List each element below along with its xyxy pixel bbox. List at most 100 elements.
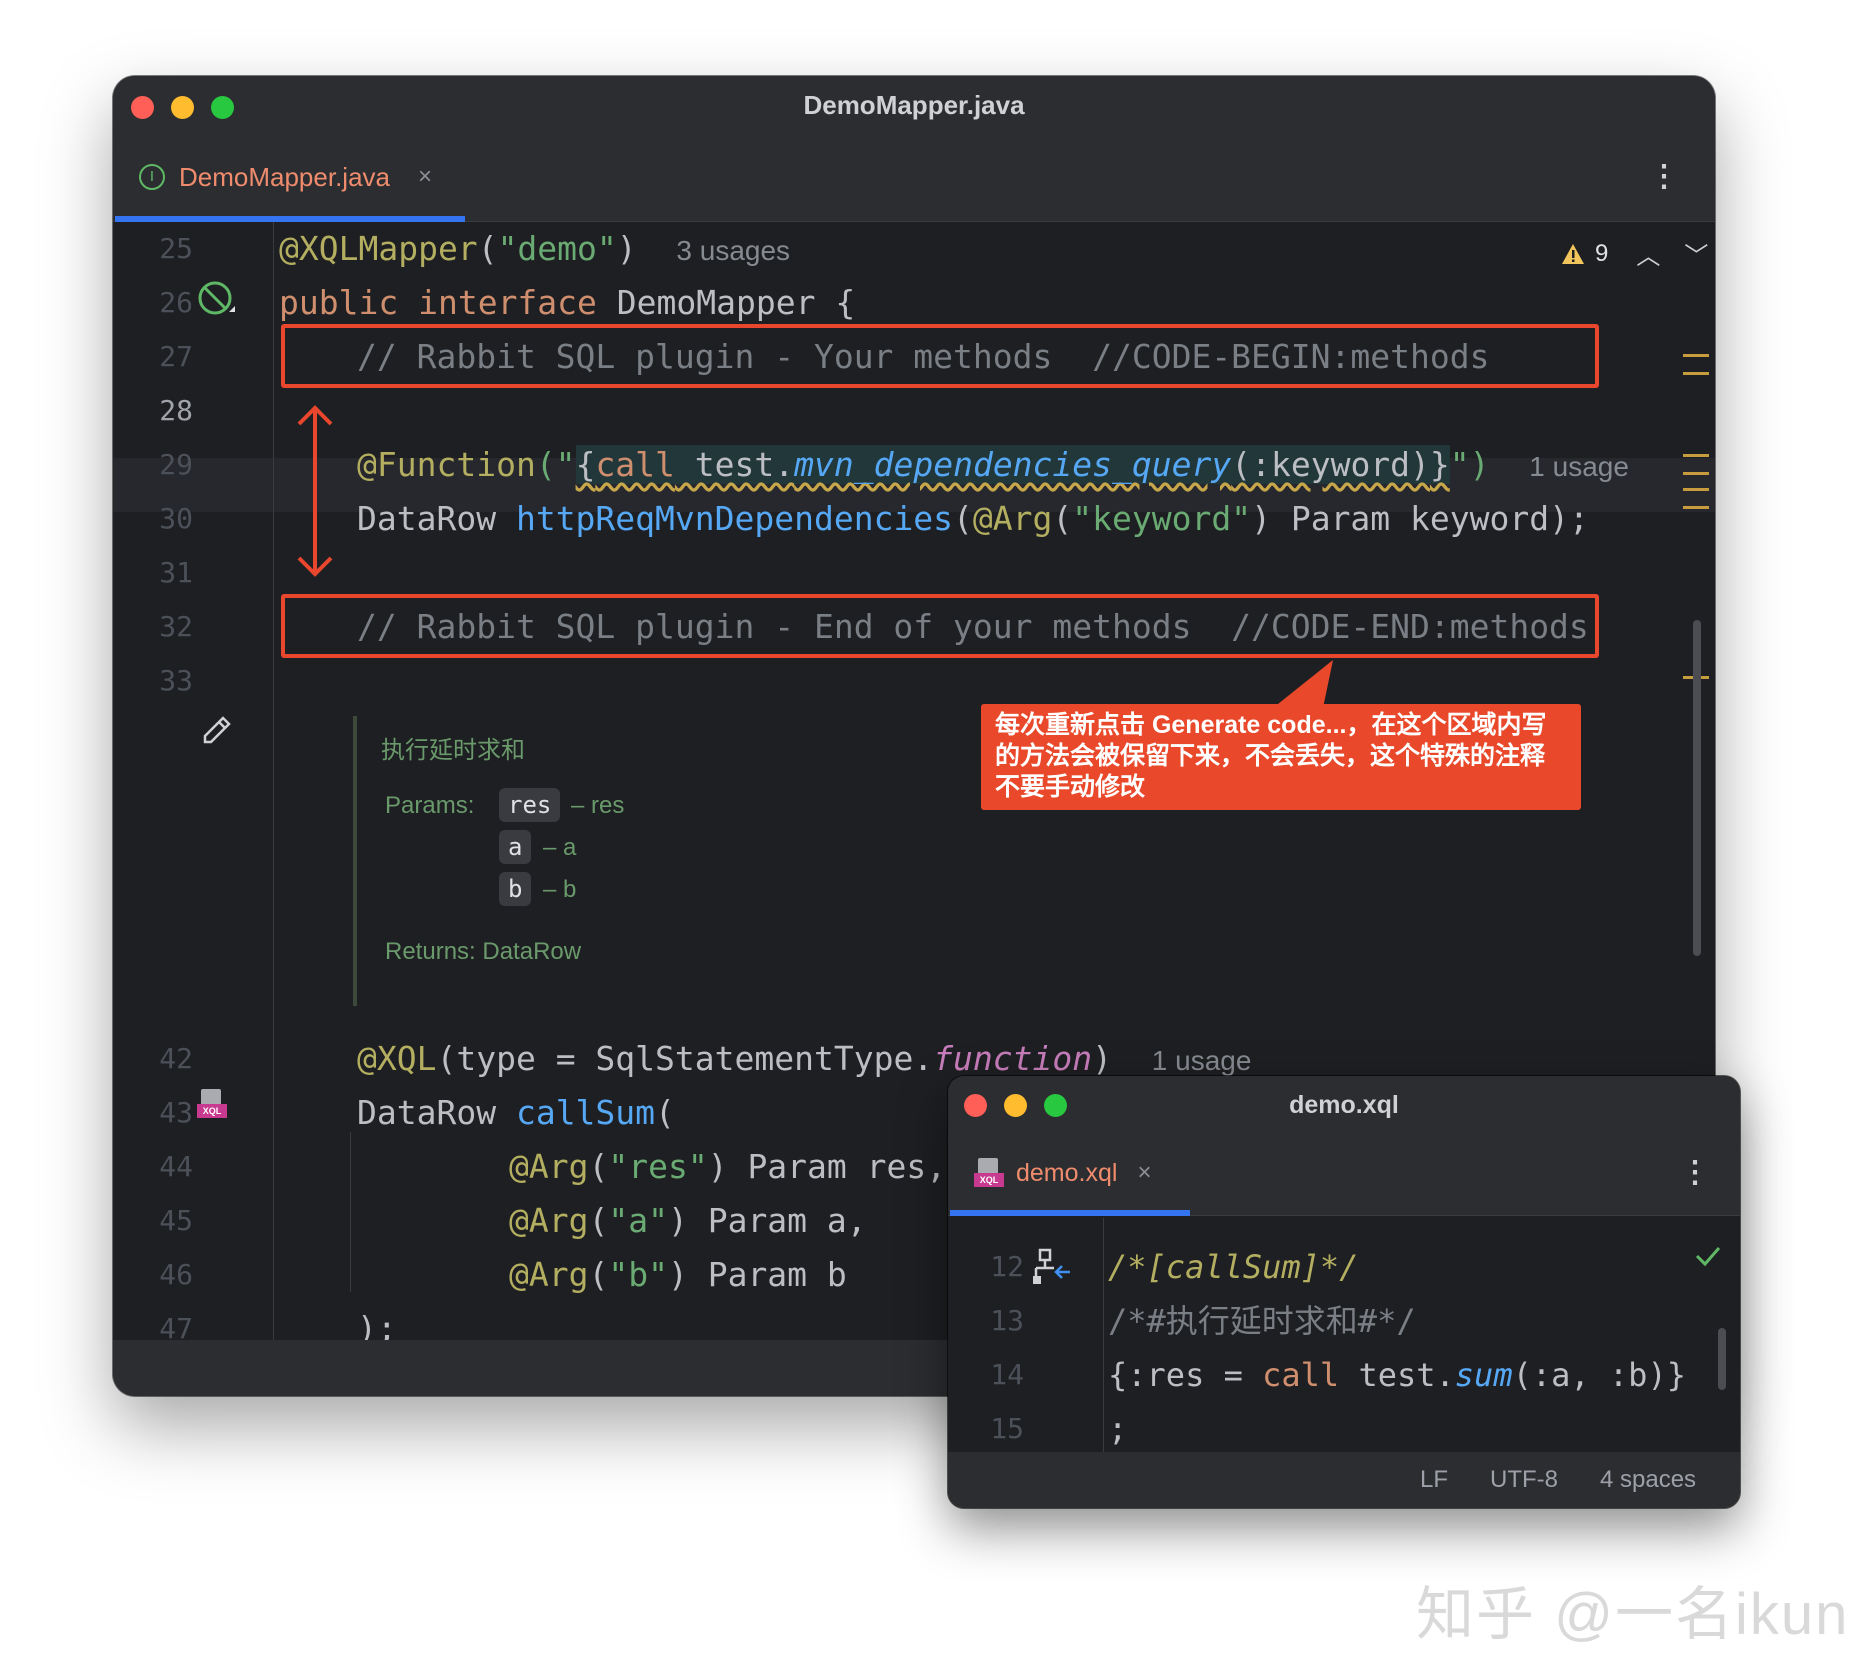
string-token: "keyword" [1072,499,1252,538]
line-separator-widget[interactable]: LF [1420,1466,1448,1494]
keyword-interface: interface [418,283,597,322]
annotation-callout: 每次重新点击 Generate code...，在这个区域内写的方法会被保留下来… [981,704,1581,810]
zoom-window-button[interactable] [211,96,234,119]
usage-hint[interactable]: 1 usage [1152,1045,1252,1076]
annotation-token: @Arg [509,1255,589,1294]
inspection-widget[interactable]: 9 ︿ ﹀ [1561,236,1708,271]
usages-hint[interactable]: 3 usages [676,235,790,266]
keyword-public: public [279,283,399,322]
type-token: DataRow [357,499,516,538]
warning-stripe-mark[interactable] [1683,354,1709,357]
warning-stripe-mark[interactable] [1683,454,1709,457]
terminator-token: ; [1108,1410,1128,1448]
keyword-call: call [595,445,675,484]
code-line-26[interactable]: public interface DemoMapper { [279,276,855,330]
annotation-token: @XQLMapper [279,229,478,268]
end-marker-highlight [281,594,1599,658]
edit-doc-icon[interactable] [199,710,233,744]
xql-line-14[interactable]: {:res = call test.sum(:a, :b)} [1108,1348,1686,1402]
brace-token: } [1429,445,1450,484]
paren-token: ) [616,229,637,268]
warning-stripe-mark[interactable] [1683,372,1709,375]
string-token: "res" [608,1147,708,1186]
watermark: 知乎 @一名ikun [1416,1582,1850,1647]
xql-line-13[interactable]: /*#执行延时求和#*/ [1108,1294,1416,1348]
param-desc: – b [543,876,577,903]
code-line-43[interactable]: DataRow callSum( [357,1086,675,1140]
line-number: 42 [159,1042,193,1075]
vertical-scrollbar[interactable] [1693,620,1701,956]
no-problems-check-icon[interactable] [1694,1244,1722,1268]
param-desc: – a [543,834,577,861]
param-name-pill: a [499,830,532,864]
string-token: "demo" [497,229,617,268]
tab-demo-xql[interactable]: XQL demo.xql × [950,1136,1190,1216]
paren-token: ( [588,1147,609,1186]
enum-constant: function [933,1039,1093,1078]
warning-stripe-mark[interactable] [1683,506,1709,509]
brace-token: { [575,445,596,484]
type-token: DataRow [357,1093,516,1132]
warning-icon [1562,243,1584,264]
minimize-window-button[interactable] [171,96,194,119]
minimize-window-button[interactable] [1004,1094,1027,1117]
line-number: 43 [159,1096,193,1129]
previous-highlight-icon[interactable]: ︿ [1636,236,1660,271]
line-number: 13 [990,1304,1024,1337]
close-window-button[interactable] [964,1094,987,1117]
rendered-doc-comment: 执行延时求和 Params: res – res a – a b – b Ret… [353,716,953,1006]
xql-line-15[interactable]: ; [1108,1402,1127,1456]
string-token: "a" [608,1201,668,1240]
method-name: httpReqMvnDependencies [515,499,954,538]
begin-marker-highlight [281,324,1599,388]
line-number: 29 [159,448,193,481]
sql-desc-comment: /*#执行延时求和#*/ [1108,1302,1416,1340]
close-tab-icon[interactable]: × [1137,1159,1151,1187]
line-number: 12 [990,1250,1024,1283]
line-number: 15 [990,1412,1024,1445]
interface-name: DemoMapper { [596,283,856,322]
window-titlebar: demo.xql [948,1076,1740,1136]
editor-tab-bar: I DemoMapper.java × ⋮ [113,138,1715,222]
close-tab-icon[interactable]: × [418,163,432,191]
annotation-token: @Arg [509,1201,589,1240]
callout-pointer [1273,660,1333,708]
rest-token: ) Param b [667,1255,847,1294]
vertical-scrollbar[interactable] [1718,1328,1726,1390]
interface-icon: I [139,164,165,190]
usage-hint[interactable]: 1 usage [1529,451,1629,482]
zoom-window-button[interactable] [1044,1094,1067,1117]
paren-token: ( [588,1255,609,1294]
args-token: (type = SqlStatementType. [436,1039,934,1078]
next-highlight-icon[interactable]: ﹀ [1684,236,1708,271]
tab-demomapper-java[interactable]: I DemoMapper.java × [115,138,465,222]
tab-label: demo.xql [1016,1158,1118,1187]
code-line-25[interactable]: @XQLMapper("demo") 3 usages [279,222,790,276]
procedure-name: mvn_dependencies_query [794,445,1232,484]
param-token: (:keyword) [1231,445,1430,484]
more-options-icon[interactable]: ⋮ [1649,162,1679,192]
doc-summary: 执行延时求和 [381,737,525,764]
xql-line-12[interactable]: /*[callSum]*/ [1108,1240,1358,1294]
line-number: 46 [159,1258,193,1291]
warning-stripe-mark[interactable] [1683,488,1709,491]
warning-stripe-mark[interactable] [1683,472,1709,475]
code-line-30[interactable]: DataRow httpReqMvnDependencies(@Arg("key… [357,492,1589,546]
encoding-widget[interactable]: UTF-8 [1490,1466,1558,1494]
code-line-46[interactable]: @Arg("b") Param b [509,1248,847,1302]
code-line-44[interactable]: @Arg("res") Param res, [509,1140,946,1194]
more-options-icon[interactable]: ⋮ [1680,1158,1710,1188]
line-number: 26 [159,286,193,319]
no-implementation-icon[interactable] [197,280,239,320]
rest-token: ) Param keyword); [1251,499,1589,538]
close-window-button[interactable] [131,96,154,119]
navigate-to-mapper-icon[interactable] [1032,1248,1074,1288]
line-number: 32 [159,610,193,643]
xql-file-icon[interactable]: XQL [197,1089,227,1119]
rest-token: ) Param a, [667,1201,867,1240]
code-line-45[interactable]: @Arg("a") Param a, [509,1194,867,1248]
indent-guide [350,1132,351,1292]
line-number: 44 [159,1150,193,1183]
code-line-29[interactable]: @Function("{call test.mvn_dependencies_q… [357,438,1629,492]
indent-widget[interactable]: 4 spaces [1600,1466,1696,1494]
